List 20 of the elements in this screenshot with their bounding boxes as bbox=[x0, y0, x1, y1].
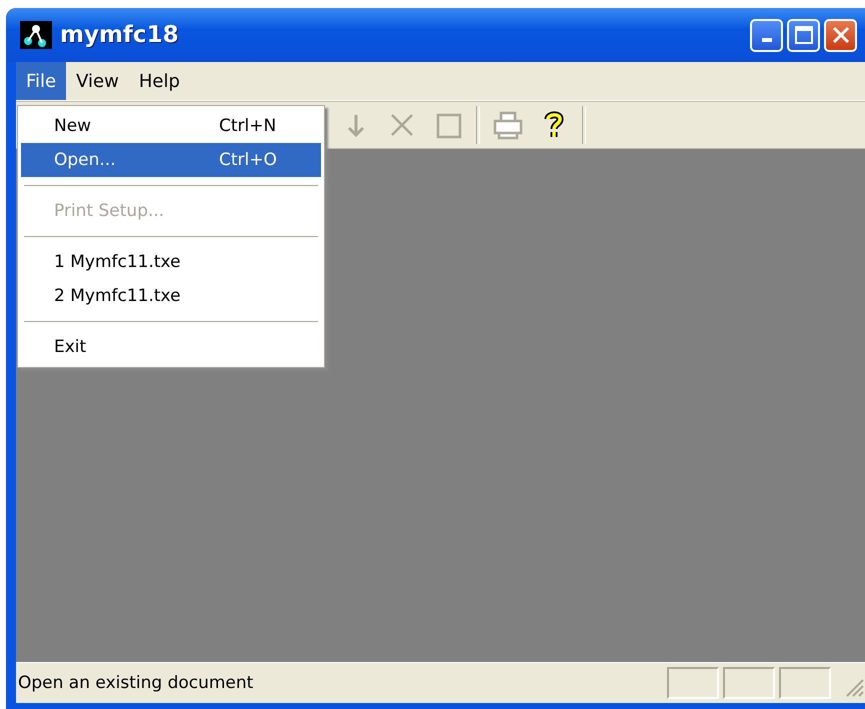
window-title: mymfc18 bbox=[60, 22, 179, 48]
close-icon bbox=[830, 25, 850, 45]
minimize-button[interactable] bbox=[750, 18, 783, 52]
menu-item[interactable]: View bbox=[66, 62, 129, 100]
status-message: Open an existing document bbox=[17, 673, 254, 693]
status-pane bbox=[779, 667, 831, 699]
status-pane bbox=[723, 667, 775, 699]
minimize-icon bbox=[762, 38, 772, 42]
maximize-icon bbox=[794, 25, 814, 45]
menu-item[interactable]: 2 Mymfc11.txe bbox=[21, 279, 321, 313]
menu-item[interactable]: File bbox=[16, 62, 66, 100]
maximize-button[interactable] bbox=[787, 18, 820, 52]
menu-item[interactable]: Exit bbox=[21, 330, 321, 364]
app-icon bbox=[20, 21, 52, 49]
menu-item[interactable]: Help bbox=[128, 62, 190, 100]
status-pane bbox=[667, 667, 719, 699]
close-button[interactable] bbox=[824, 18, 857, 52]
menu-item[interactable]: Open... Ctrl+O bbox=[21, 143, 321, 177]
menu-item[interactable]: 1 Mymfc11.txe bbox=[21, 245, 321, 279]
menu-item[interactable]: New Ctrl+N bbox=[21, 109, 321, 143]
